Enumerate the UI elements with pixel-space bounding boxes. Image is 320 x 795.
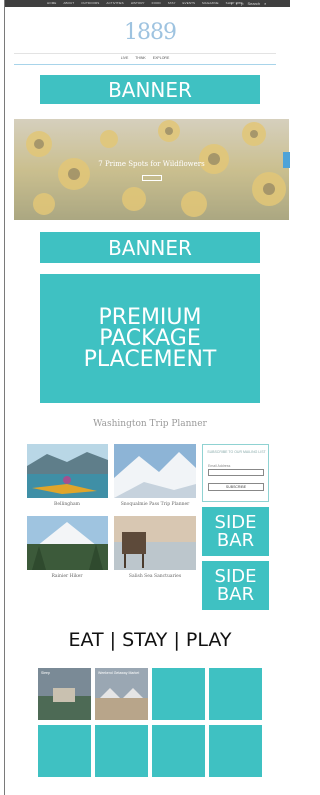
trip-card-caption[interactable]: Snoqualmie Pass Trip Planner bbox=[110, 502, 200, 507]
twitter-icon[interactable]: t bbox=[236, 0, 237, 7]
eat-stay-play-tile[interactable] bbox=[38, 725, 91, 777]
top-nav-item[interactable]: ABOUT bbox=[63, 1, 74, 6]
subscribe-button[interactable]: SUBSCRIBE bbox=[208, 483, 264, 491]
eat-stay-play-tile[interactable] bbox=[95, 725, 148, 777]
search-icon[interactable]: ⌕ bbox=[264, 0, 266, 7]
premium-package-ad[interactable]: PREMIUM PACKAGE PLACEMENT bbox=[40, 274, 260, 403]
trip-card[interactable] bbox=[27, 516, 108, 570]
subscribe-heading: SUBSCRIBE TO OUR MAILING LIST bbox=[207, 450, 266, 454]
tile-label: Weekend Getaway Market bbox=[98, 671, 140, 675]
logo-text: 1889 bbox=[124, 20, 177, 45]
divider bbox=[14, 53, 276, 54]
email-field[interactable] bbox=[208, 469, 264, 476]
sidebar-ad[interactable]: SIDE BAR bbox=[202, 561, 269, 610]
trip-card[interactable] bbox=[114, 516, 196, 570]
trip-planner-title: Washington Trip Planner bbox=[93, 419, 207, 429]
top-nav-item[interactable]: ACTIVITIES bbox=[106, 1, 123, 6]
top-nav-item[interactable]: OUTDOORS bbox=[81, 1, 99, 6]
trip-card[interactable] bbox=[27, 444, 108, 498]
hero-title[interactable]: 7 Prime Spots for Wildflowers bbox=[14, 160, 289, 168]
top-nav-item[interactable]: MAGAZINE bbox=[202, 1, 218, 6]
hero-image bbox=[14, 119, 289, 220]
sub-nav-item[interactable]: LIVE bbox=[121, 56, 129, 60]
email-label: Email Address bbox=[208, 464, 231, 468]
eat-stay-play-tile[interactable] bbox=[152, 725, 205, 777]
eat-stay-play-tile[interactable] bbox=[152, 668, 205, 720]
trip-card[interactable] bbox=[114, 444, 196, 498]
top-nav-item[interactable]: EVENTS bbox=[183, 1, 196, 6]
banner-ad-middle[interactable]: BANNER bbox=[40, 232, 260, 263]
hero-read-more-button[interactable] bbox=[142, 175, 162, 181]
site-logo[interactable]: 1889 bbox=[105, 16, 195, 52]
facebook-icon[interactable]: f bbox=[231, 0, 232, 7]
trip-card-image bbox=[27, 444, 108, 498]
top-nav: HOME ABOUT OUTDOORS ACTIVITIES HISTORY F… bbox=[47, 1, 242, 6]
top-nav-item[interactable]: HOME bbox=[47, 1, 56, 6]
banner-ad-top[interactable]: BANNER bbox=[40, 75, 260, 104]
top-nav-item[interactable]: STAY bbox=[168, 1, 176, 6]
eat-stay-play-heading: EAT | STAY | PLAY bbox=[68, 629, 232, 651]
eat-stay-play-tile[interactable] bbox=[209, 668, 262, 720]
top-nav-item[interactable]: FOOD bbox=[152, 1, 161, 6]
trip-card-image bbox=[27, 516, 108, 570]
divider bbox=[14, 64, 276, 65]
sub-nav-item[interactable]: THINK bbox=[135, 56, 146, 60]
sub-nav-item[interactable]: EXPLORE bbox=[153, 56, 170, 60]
top-nav-bar: HOME ABOUT OUTDOORS ACTIVITIES HISTORY F… bbox=[5, 0, 290, 7]
sub-nav: LIVE THINK EXPLORE bbox=[0, 56, 290, 60]
eat-stay-play-tile[interactable]: Sleep bbox=[38, 668, 91, 720]
top-nav-item[interactable]: HISTORY bbox=[131, 1, 145, 6]
trip-card-image bbox=[114, 444, 196, 498]
eat-stay-play-tile[interactable] bbox=[209, 725, 262, 777]
tile-label: Sleep bbox=[41, 671, 50, 675]
pinterest-icon[interactable]: p bbox=[241, 0, 243, 7]
trip-card-caption[interactable]: Bellingham bbox=[22, 502, 112, 507]
hero-feature[interactable]: 7 Prime Spots for Wildflowers bbox=[14, 119, 289, 220]
share-tab[interactable] bbox=[283, 152, 290, 168]
subscribe-widget: SUBSCRIBE TO OUR MAILING LIST Email Addr… bbox=[202, 444, 269, 502]
top-icons: f t p Search ⌕ bbox=[231, 0, 266, 7]
trip-card-caption[interactable]: Rainier Hiker bbox=[22, 574, 112, 579]
search-label[interactable]: Search bbox=[247, 0, 260, 7]
sidebar-ad[interactable]: SIDE BAR bbox=[202, 507, 269, 556]
trip-card-image bbox=[114, 516, 196, 570]
page-border bbox=[4, 0, 5, 795]
eat-stay-play-tile[interactable]: Weekend Getaway Market bbox=[95, 668, 148, 720]
page: HOME ABOUT OUTDOORS ACTIVITIES HISTORY F… bbox=[0, 0, 290, 795]
trip-card-caption[interactable]: Salish Sea Sanctuaries bbox=[110, 574, 200, 579]
